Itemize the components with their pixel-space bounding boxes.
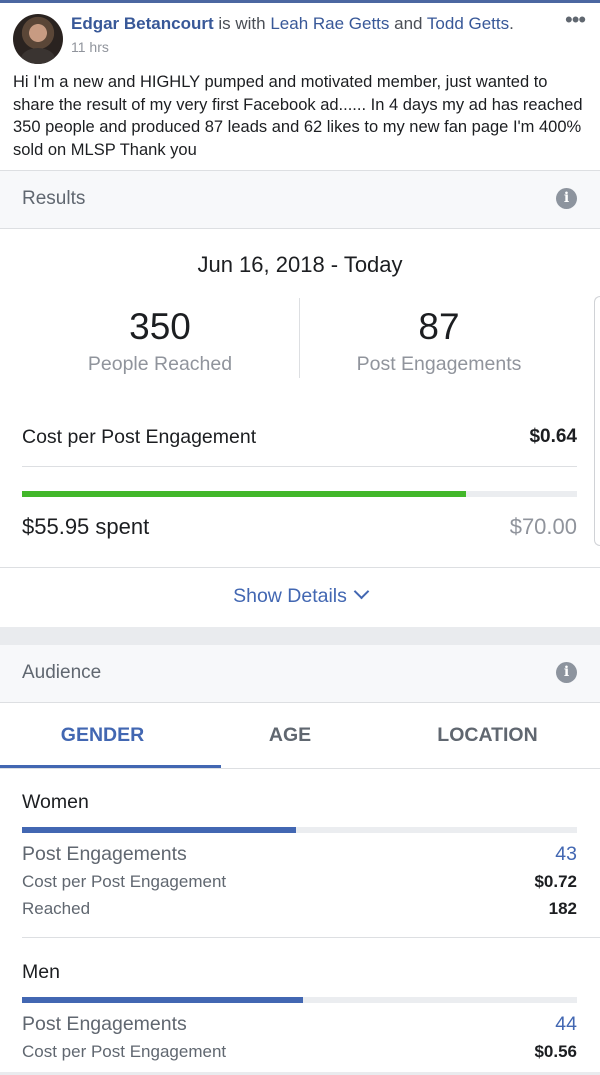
budget-progress-fill bbox=[22, 491, 466, 497]
cost-per-engagement-value: $0.64 bbox=[529, 426, 577, 447]
divider bbox=[0, 567, 600, 568]
tab-location[interactable]: LOCATION bbox=[375, 703, 600, 768]
tagged-user-link-2[interactable]: Todd Getts bbox=[427, 14, 509, 33]
tagged-user-link-1[interactable]: Leah Rae Getts bbox=[270, 14, 389, 33]
avatar[interactable] bbox=[13, 14, 63, 64]
tab-gender[interactable]: GENDER bbox=[0, 703, 205, 768]
post-engagements-value: 44 bbox=[555, 1013, 577, 1035]
group-bar-fill bbox=[22, 827, 297, 833]
cost-per-engagement-value: $0.72 bbox=[534, 872, 577, 891]
cost-per-engagement-label: Cost per Post Engagement bbox=[22, 1042, 227, 1061]
audience-header: Audience i bbox=[0, 645, 600, 702]
cost-per-engagement-label: Cost per Post Engagement bbox=[22, 426, 257, 448]
results-title: Results bbox=[22, 188, 86, 209]
group-bar bbox=[22, 827, 577, 833]
date-range: Jun 16, 2018 - Today bbox=[197, 252, 403, 277]
cost-per-engagement-label: Cost per Post Engagement bbox=[22, 872, 227, 891]
show-details-label: Show Details bbox=[233, 585, 347, 607]
post-engagements-label: Post Engagements bbox=[356, 353, 522, 375]
post-engagements-value: 43 bbox=[555, 843, 577, 865]
budget-progress-bar bbox=[22, 491, 577, 497]
results-header: Results i bbox=[0, 171, 600, 228]
post-engagements-label: Post Engagements bbox=[22, 843, 187, 865]
people-reached-label: People Reached bbox=[87, 353, 233, 375]
period-text: . bbox=[509, 14, 514, 33]
and-text: and bbox=[389, 14, 427, 33]
divider bbox=[22, 937, 600, 938]
scrollbar[interactable] bbox=[594, 296, 600, 546]
chevron-down-icon bbox=[353, 583, 370, 600]
group-bar-fill bbox=[22, 997, 303, 1003]
cost-per-engagement-value: $0.56 bbox=[534, 1042, 577, 1061]
info-icon[interactable]: i bbox=[556, 188, 577, 209]
active-tab-indicator bbox=[0, 765, 221, 768]
post-header: Edgar Betancourt is with Leah Rae Getts … bbox=[0, 3, 600, 173]
amount-spent: $55.95 spent bbox=[22, 514, 150, 539]
reached-label: Reached bbox=[22, 899, 91, 918]
with-text: is with bbox=[213, 14, 271, 33]
divider bbox=[0, 228, 600, 229]
post-timestamp[interactable]: 11 hrs bbox=[71, 39, 109, 55]
post-author-line: Edgar Betancourt is with Leah Rae Getts … bbox=[71, 14, 514, 34]
ellipsis-icon[interactable]: ••• bbox=[565, 7, 586, 33]
divider bbox=[22, 466, 577, 467]
post-engagements-label: Post Engagements bbox=[22, 1013, 187, 1035]
show-details-button[interactable]: Show Details bbox=[0, 583, 600, 608]
group-title-women: Women bbox=[22, 791, 89, 813]
people-reached-value: 350 bbox=[129, 306, 191, 347]
post-engagements-value: 87 bbox=[418, 306, 460, 347]
post-body-text: Hi I'm a new and HIGHLY pumped and motiv… bbox=[13, 73, 583, 159]
author-name-link[interactable]: Edgar Betancourt bbox=[71, 14, 214, 33]
reached-value: 182 bbox=[548, 899, 577, 918]
audience-tabs: GENDER AGE LOCATION bbox=[0, 703, 600, 769]
budget-total: $70.00 bbox=[509, 514, 577, 539]
info-icon[interactable]: i bbox=[556, 662, 577, 683]
section-gap bbox=[0, 627, 600, 645]
group-bar bbox=[22, 997, 577, 1003]
group-title-men: Men bbox=[22, 961, 60, 983]
tab-age[interactable]: AGE bbox=[205, 703, 375, 768]
audience-title: Audience bbox=[22, 662, 102, 683]
